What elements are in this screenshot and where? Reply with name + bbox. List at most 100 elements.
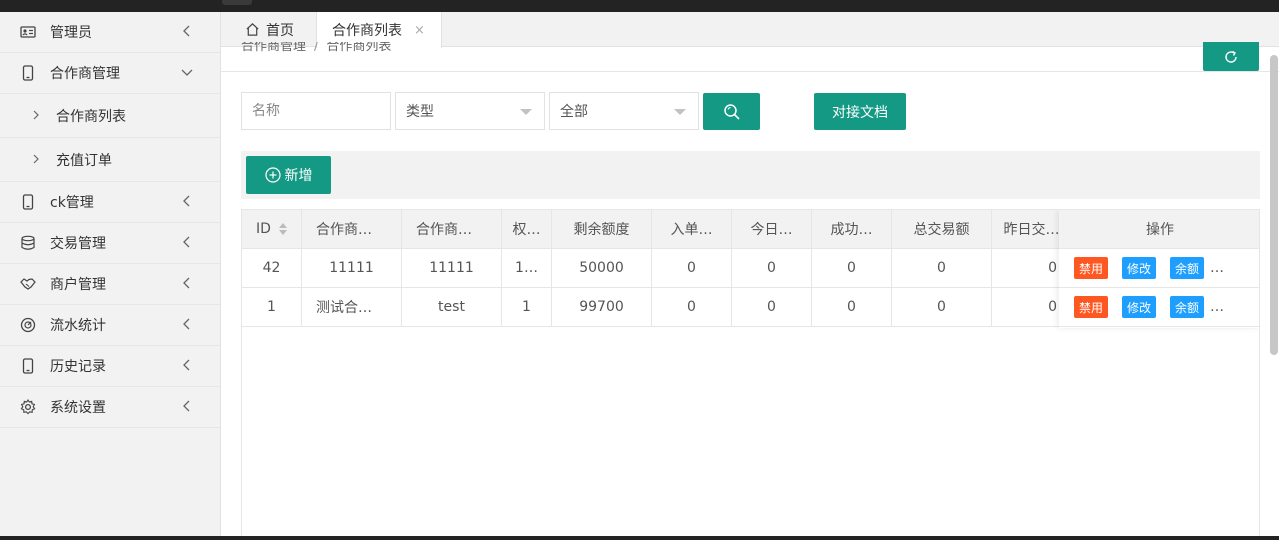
tab-label: 合作商列表 [332,23,402,39]
table-cell: 1 [502,288,552,326]
sidebar-item-partner-management[interactable]: 合作商管理 [0,53,220,94]
divider [221,71,1279,72]
window-bottom-bar [0,536,1279,540]
table-cell: 0 [652,249,732,287]
column-header: 剩余额度 [552,210,652,248]
add-button[interactable]: 新增 [246,156,331,194]
api-docs-button[interactable]: 对接文档 [814,93,906,130]
sidebar-item-label: 流水统计 [50,318,106,334]
breadcrumb-parent[interactable]: 合作商管理 [241,42,306,54]
sidebar-item-label: ck管理 [50,195,94,211]
search-icon [723,103,740,120]
sidebar-item-merchant-management[interactable]: 商户管理 [0,264,220,305]
edit-button[interactable]: 修改 [1122,296,1157,318]
caret-down-icon [674,109,686,115]
sort-icon[interactable] [278,223,287,235]
column-header: 入单… [652,210,732,248]
tab-label: 首页 [266,22,294,39]
column-header-id[interactable]: ID [242,210,302,248]
chevron-left-icon [183,236,190,248]
close-icon[interactable]: × [414,23,425,38]
sidebar-item-system-settings[interactable]: 系统设置 [0,387,220,428]
table-cell: 0 [652,288,732,326]
table-cell: 0 [732,249,812,287]
more-ellipsis[interactable]: … [1210,299,1225,315]
type-select[interactable]: 类型 [395,92,545,130]
sidebar-subitem-label: 充值订单 [56,152,112,169]
table-cell: 11111 [402,249,502,287]
home-icon [246,23,259,36]
disable-button[interactable]: 禁用 [1074,296,1109,318]
disable-button[interactable]: 禁用 [1074,257,1109,279]
table-cell: 99700 [552,288,652,326]
sidebar-item-label: 历史记录 [50,359,106,375]
edit-button[interactable]: 修改 [1122,257,1157,279]
column-header: 合作商… [402,210,502,248]
sidebar-item-history[interactable]: 历史记录 [0,346,220,387]
column-header: 今日… [732,210,812,248]
sidebar-subitem-recharge-orders[interactable]: 充值订单 [0,138,220,182]
search-button[interactable] [703,93,760,130]
balance-button[interactable]: 余额 [1170,257,1205,279]
sidebar-subitem-partner-list[interactable]: 合作商列表 [0,94,220,138]
add-button-label: 新增 [284,168,313,184]
page-scrollbar[interactable] [1270,55,1278,355]
sidebar-item-ck-management[interactable]: ck管理 [0,182,220,223]
sidebar-item-flow-statistics[interactable]: 流水统计 [0,305,220,346]
database-icon [20,235,36,251]
operations-column: 操作 禁用 修改 余额 … 禁用 修改 余额 … [1059,210,1259,328]
sidebar-item-label: 系统设置 [50,400,106,416]
plus-circle-icon [264,167,281,183]
chevron-left-icon [183,318,190,330]
chevron-down-icon [181,69,193,76]
phone-icon [20,358,36,374]
chevron-left-icon [183,359,190,371]
table-cell: 测试合… [302,288,402,326]
gear-icon [20,399,36,415]
sidebar-item-label: 交易管理 [50,236,106,252]
refresh-button[interactable] [1203,42,1259,71]
chevron-left-icon [183,195,190,207]
operations-row: 禁用 修改 余额 … [1059,288,1259,327]
column-header: 权… [502,210,552,248]
breadcrumb-separator: / [314,42,319,54]
partner-table: ID 合作商… 合作商… 权… 剩余额度 入单… 今日… 成功… 总交易额 昨日… [241,209,1260,536]
status-select-value: 全部 [560,104,588,120]
column-header: 成功… [812,210,892,248]
caret-down-icon [520,109,532,115]
column-header: 合作商… [302,210,402,248]
chevron-left-icon [183,277,190,289]
sidebar-item-label: 商户管理 [50,277,106,293]
refresh-icon [1225,50,1237,63]
table-cell: test [402,288,502,326]
handshake-icon [20,276,36,292]
phone-icon [20,65,36,81]
sidebar-subitem-label: 合作商列表 [56,108,126,125]
sidebar-item-admin[interactable]: 管理员 [0,12,220,53]
table-cell: 0 [812,249,892,287]
sidebar-item-label: 合作商管理 [50,66,120,82]
table-cell: 0 [892,249,992,287]
chevron-right-icon [33,110,39,120]
name-search-input[interactable] [241,92,391,130]
id-card-icon [20,24,36,40]
column-header-operations: 操作 [1059,210,1259,249]
sidebar-item-transaction-management[interactable]: 交易管理 [0,223,220,264]
table-cell: 0 [812,288,892,326]
window-tab-stub [222,0,252,5]
table-cell: 42 [242,249,302,287]
breadcrumb: 合作商管理 / 合作商列表 [241,42,391,58]
chevron-left-icon [183,400,190,412]
table-cell: 50000 [552,249,652,287]
chevron-right-icon [33,154,39,164]
window-top-bar [0,0,1279,12]
table-cell: 1… [502,249,552,287]
chevron-left-icon [183,25,190,37]
balance-button[interactable]: 余额 [1170,296,1205,318]
more-ellipsis[interactable]: … [1210,260,1225,276]
phone-icon [20,194,36,210]
column-header: 总交易额 [892,210,992,248]
status-select[interactable]: 全部 [549,92,699,130]
table-cell: 0 [732,288,812,326]
main-content: 首页 合作商列表 × 合作商管理 / 合作商列表 类型 全部 对接文档 新增 ID … [221,12,1279,536]
